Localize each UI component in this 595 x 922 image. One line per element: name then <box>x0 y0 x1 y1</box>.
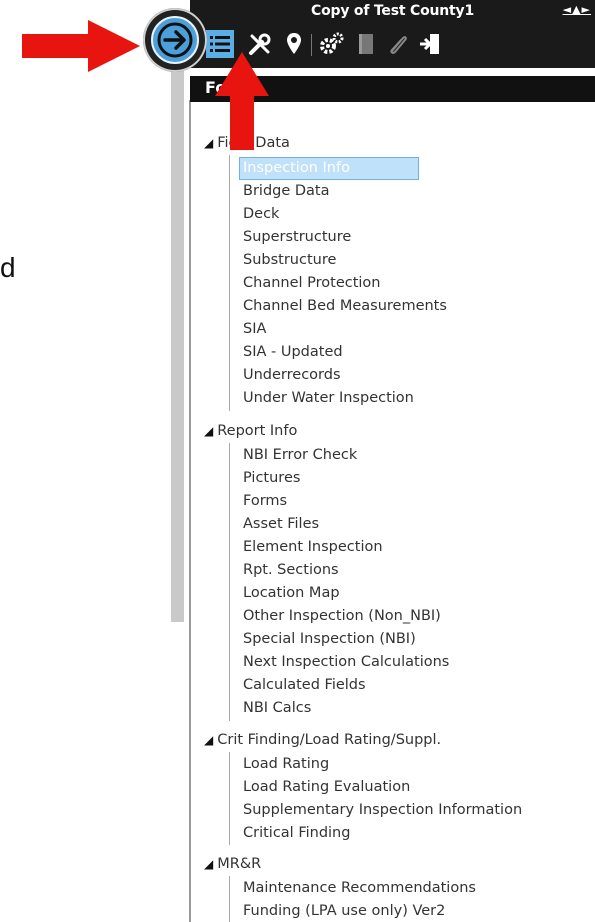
annotation-arrows <box>22 20 269 150</box>
red-arrow-up-icon <box>215 52 269 150</box>
red-arrow-right-icon <box>22 20 140 72</box>
